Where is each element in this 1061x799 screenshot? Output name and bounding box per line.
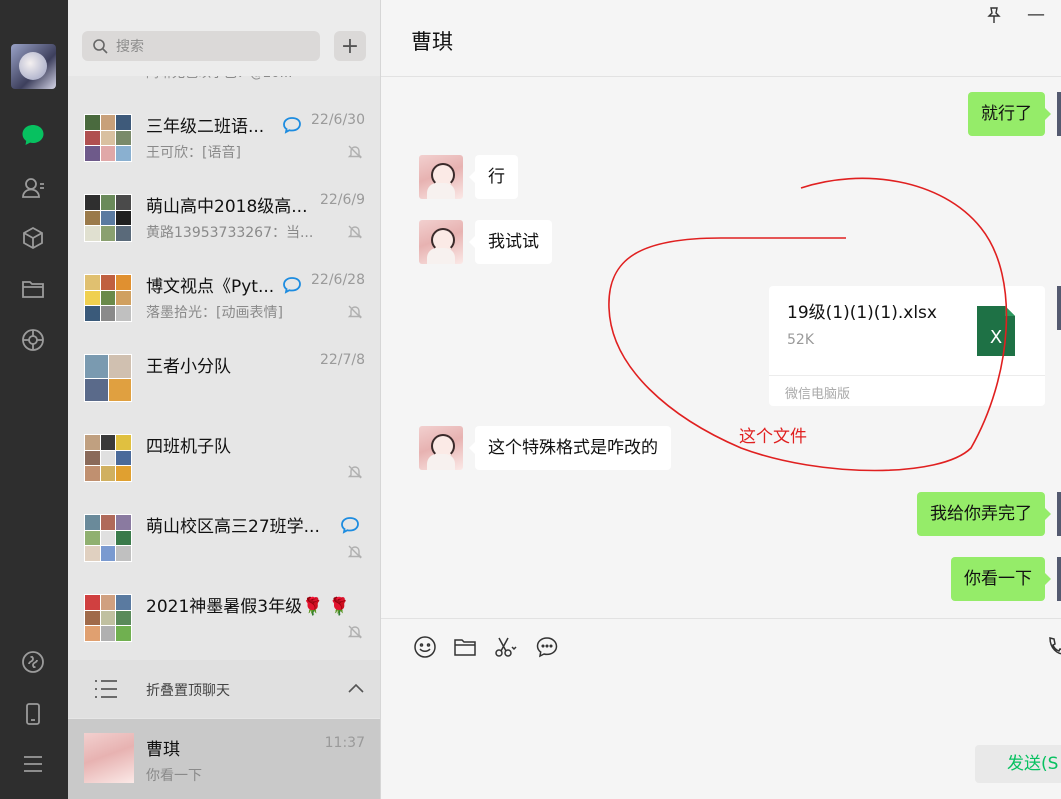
chat-name: 2021神墨暑假3年级🌹 🌹 bbox=[146, 597, 350, 617]
folder-icon[interactable] bbox=[453, 635, 477, 659]
nav-rail bbox=[0, 0, 68, 799]
list-item[interactable]: 博文视点《Pyt... 22/6/28 落墨拾光：[动画表情] bbox=[68, 256, 380, 336]
group-avatar bbox=[84, 434, 132, 482]
menu-icon[interactable] bbox=[19, 750, 47, 778]
mention-bubble-icon bbox=[283, 277, 301, 294]
fold-pinned-chats[interactable]: 折叠置顶聊天 bbox=[68, 660, 380, 718]
chat-last-message: 王可欣：[语音] bbox=[146, 145, 241, 161]
chat-time: 11:37 bbox=[324, 735, 365, 751]
chat-last-message: 你看一下 bbox=[146, 768, 202, 784]
file-size: 52K bbox=[787, 332, 814, 348]
search-input[interactable]: 搜索 bbox=[82, 31, 320, 61]
message-bubble-in[interactable]: 行 bbox=[469, 155, 518, 199]
chat-list: 陶琳无色以小巴：@20… 搜索 + 三年级二班语... 22/6/30 王可欣：… bbox=[68, 0, 381, 799]
group-avatar bbox=[84, 594, 132, 642]
list-item-active[interactable]: 曹琪 11:37 你看一下 bbox=[68, 719, 380, 799]
message-bubble-out[interactable]: 我给你弄完了 bbox=[917, 492, 1051, 536]
peer-avatar[interactable] bbox=[419, 220, 463, 264]
chat-header: 曹琪 — bbox=[381, 0, 1061, 77]
file-name: 19级(1)(1)(1).xlsx bbox=[787, 303, 937, 323]
emoji-icon[interactable] bbox=[413, 635, 437, 659]
group-avatar bbox=[84, 354, 132, 402]
group-avatar bbox=[84, 274, 132, 322]
list-item[interactable]: 王者小分队 22/7/8 bbox=[68, 336, 380, 416]
group-avatar bbox=[84, 514, 132, 562]
peer-avatar[interactable] bbox=[419, 155, 463, 199]
mute-icon bbox=[347, 145, 363, 159]
phone-icon[interactable] bbox=[19, 700, 47, 728]
excel-file-icon: X bbox=[977, 306, 1015, 356]
contacts-icon[interactable] bbox=[19, 174, 47, 202]
user-avatar[interactable] bbox=[11, 44, 56, 89]
input-toolbar: 发送(S bbox=[381, 618, 1061, 799]
moments-icon[interactable] bbox=[19, 326, 47, 354]
chat-history-icon[interactable] bbox=[535, 635, 559, 659]
voice-call-icon[interactable] bbox=[1045, 635, 1061, 659]
self-avatar bbox=[1057, 492, 1061, 536]
list-item[interactable]: 萌山校区高三27班学... bbox=[68, 496, 380, 576]
chat-name: 萌山高中2018级高... bbox=[146, 197, 308, 217]
chat-icon[interactable] bbox=[19, 121, 47, 149]
chat-name: 三年级二班语... bbox=[146, 117, 265, 137]
message-bubble-out[interactable]: 你看一下 bbox=[951, 557, 1051, 601]
chat-time: 22/7/8 bbox=[319, 352, 365, 368]
peer-avatar bbox=[84, 733, 134, 783]
self-avatar bbox=[1057, 286, 1061, 330]
list-item[interactable]: 三年级二班语... 22/6/30 王可欣：[语音] bbox=[68, 96, 380, 176]
list-item[interactable]: 2021神墨暑假3年级🌹 🌹 bbox=[68, 576, 380, 656]
chat-time: 22/6/30 bbox=[311, 112, 365, 128]
chat-title: 曹琪 bbox=[411, 30, 453, 54]
message-bubble-in[interactable]: 我试试 bbox=[469, 220, 552, 264]
self-avatar bbox=[1057, 92, 1061, 136]
chat-name: 曹琪 bbox=[146, 740, 180, 760]
search-placeholder: 搜索 bbox=[116, 39, 144, 55]
chat-window: 曹琪 — 就行了 行 我试试 19级(1)(1)(1).xlsx 52K X 微… bbox=[381, 0, 1061, 799]
pin-icon[interactable] bbox=[985, 6, 1003, 24]
annotation-text: 这个文件 bbox=[739, 427, 807, 447]
mute-icon bbox=[347, 465, 363, 479]
search-icon bbox=[93, 39, 108, 54]
mute-icon bbox=[347, 305, 363, 319]
file-message[interactable]: 19级(1)(1)(1).xlsx 52K X 微信电脑版 bbox=[769, 286, 1045, 406]
files-icon[interactable] bbox=[19, 275, 47, 303]
mute-icon bbox=[347, 625, 363, 639]
group-avatar bbox=[84, 194, 132, 242]
chat-name: 萌山校区高三27班学... bbox=[146, 517, 320, 537]
mention-bubble-icon bbox=[341, 517, 359, 534]
chevron-up-icon bbox=[348, 683, 364, 693]
message-area: 就行了 行 我试试 19级(1)(1)(1).xlsx 52K X 微信电脑版 … bbox=[381, 78, 1061, 618]
list-icon bbox=[95, 680, 117, 698]
mention-bubble-icon bbox=[283, 117, 301, 134]
message-bubble-in[interactable]: 这个特殊格式是咋改的 bbox=[469, 426, 671, 470]
chat-last-message: 黄路13953733267：当... bbox=[146, 225, 314, 241]
self-avatar bbox=[1057, 557, 1061, 601]
chat-name: 王者小分队 bbox=[146, 357, 231, 377]
chat-time: 22/6/9 bbox=[319, 192, 365, 208]
chat-name: 博文视点《Pyt... bbox=[146, 277, 275, 297]
chat-name: 四班机子队 bbox=[146, 437, 231, 457]
file-icon-letter: X bbox=[990, 327, 1002, 348]
message-bubble-out[interactable]: 就行了 bbox=[968, 92, 1051, 136]
chat-last-message: 落墨拾光：[动画表情] bbox=[146, 305, 283, 321]
group-avatar bbox=[84, 114, 132, 162]
add-button[interactable]: + bbox=[334, 31, 366, 61]
mute-icon bbox=[347, 225, 363, 239]
chat-time: 22/6/28 bbox=[311, 272, 365, 288]
list-item[interactable]: 四班机子队 bbox=[68, 416, 380, 496]
favorites-icon[interactable] bbox=[19, 224, 47, 252]
peer-avatar[interactable] bbox=[419, 426, 463, 470]
search-bar: 搜索 + bbox=[68, 0, 380, 76]
mute-icon bbox=[347, 545, 363, 559]
list-item[interactable]: 萌山高中2018级高... 22/6/9 黄路13953733267：当... bbox=[68, 176, 380, 256]
file-source: 微信电脑版 bbox=[769, 375, 1045, 402]
screenshot-scissors-icon[interactable] bbox=[493, 635, 517, 659]
send-button[interactable]: 发送(S bbox=[975, 745, 1061, 783]
mini-programs-icon[interactable] bbox=[19, 648, 47, 676]
minimize-button[interactable]: — bbox=[1027, 4, 1045, 25]
fold-label: 折叠置顶聊天 bbox=[146, 683, 230, 699]
